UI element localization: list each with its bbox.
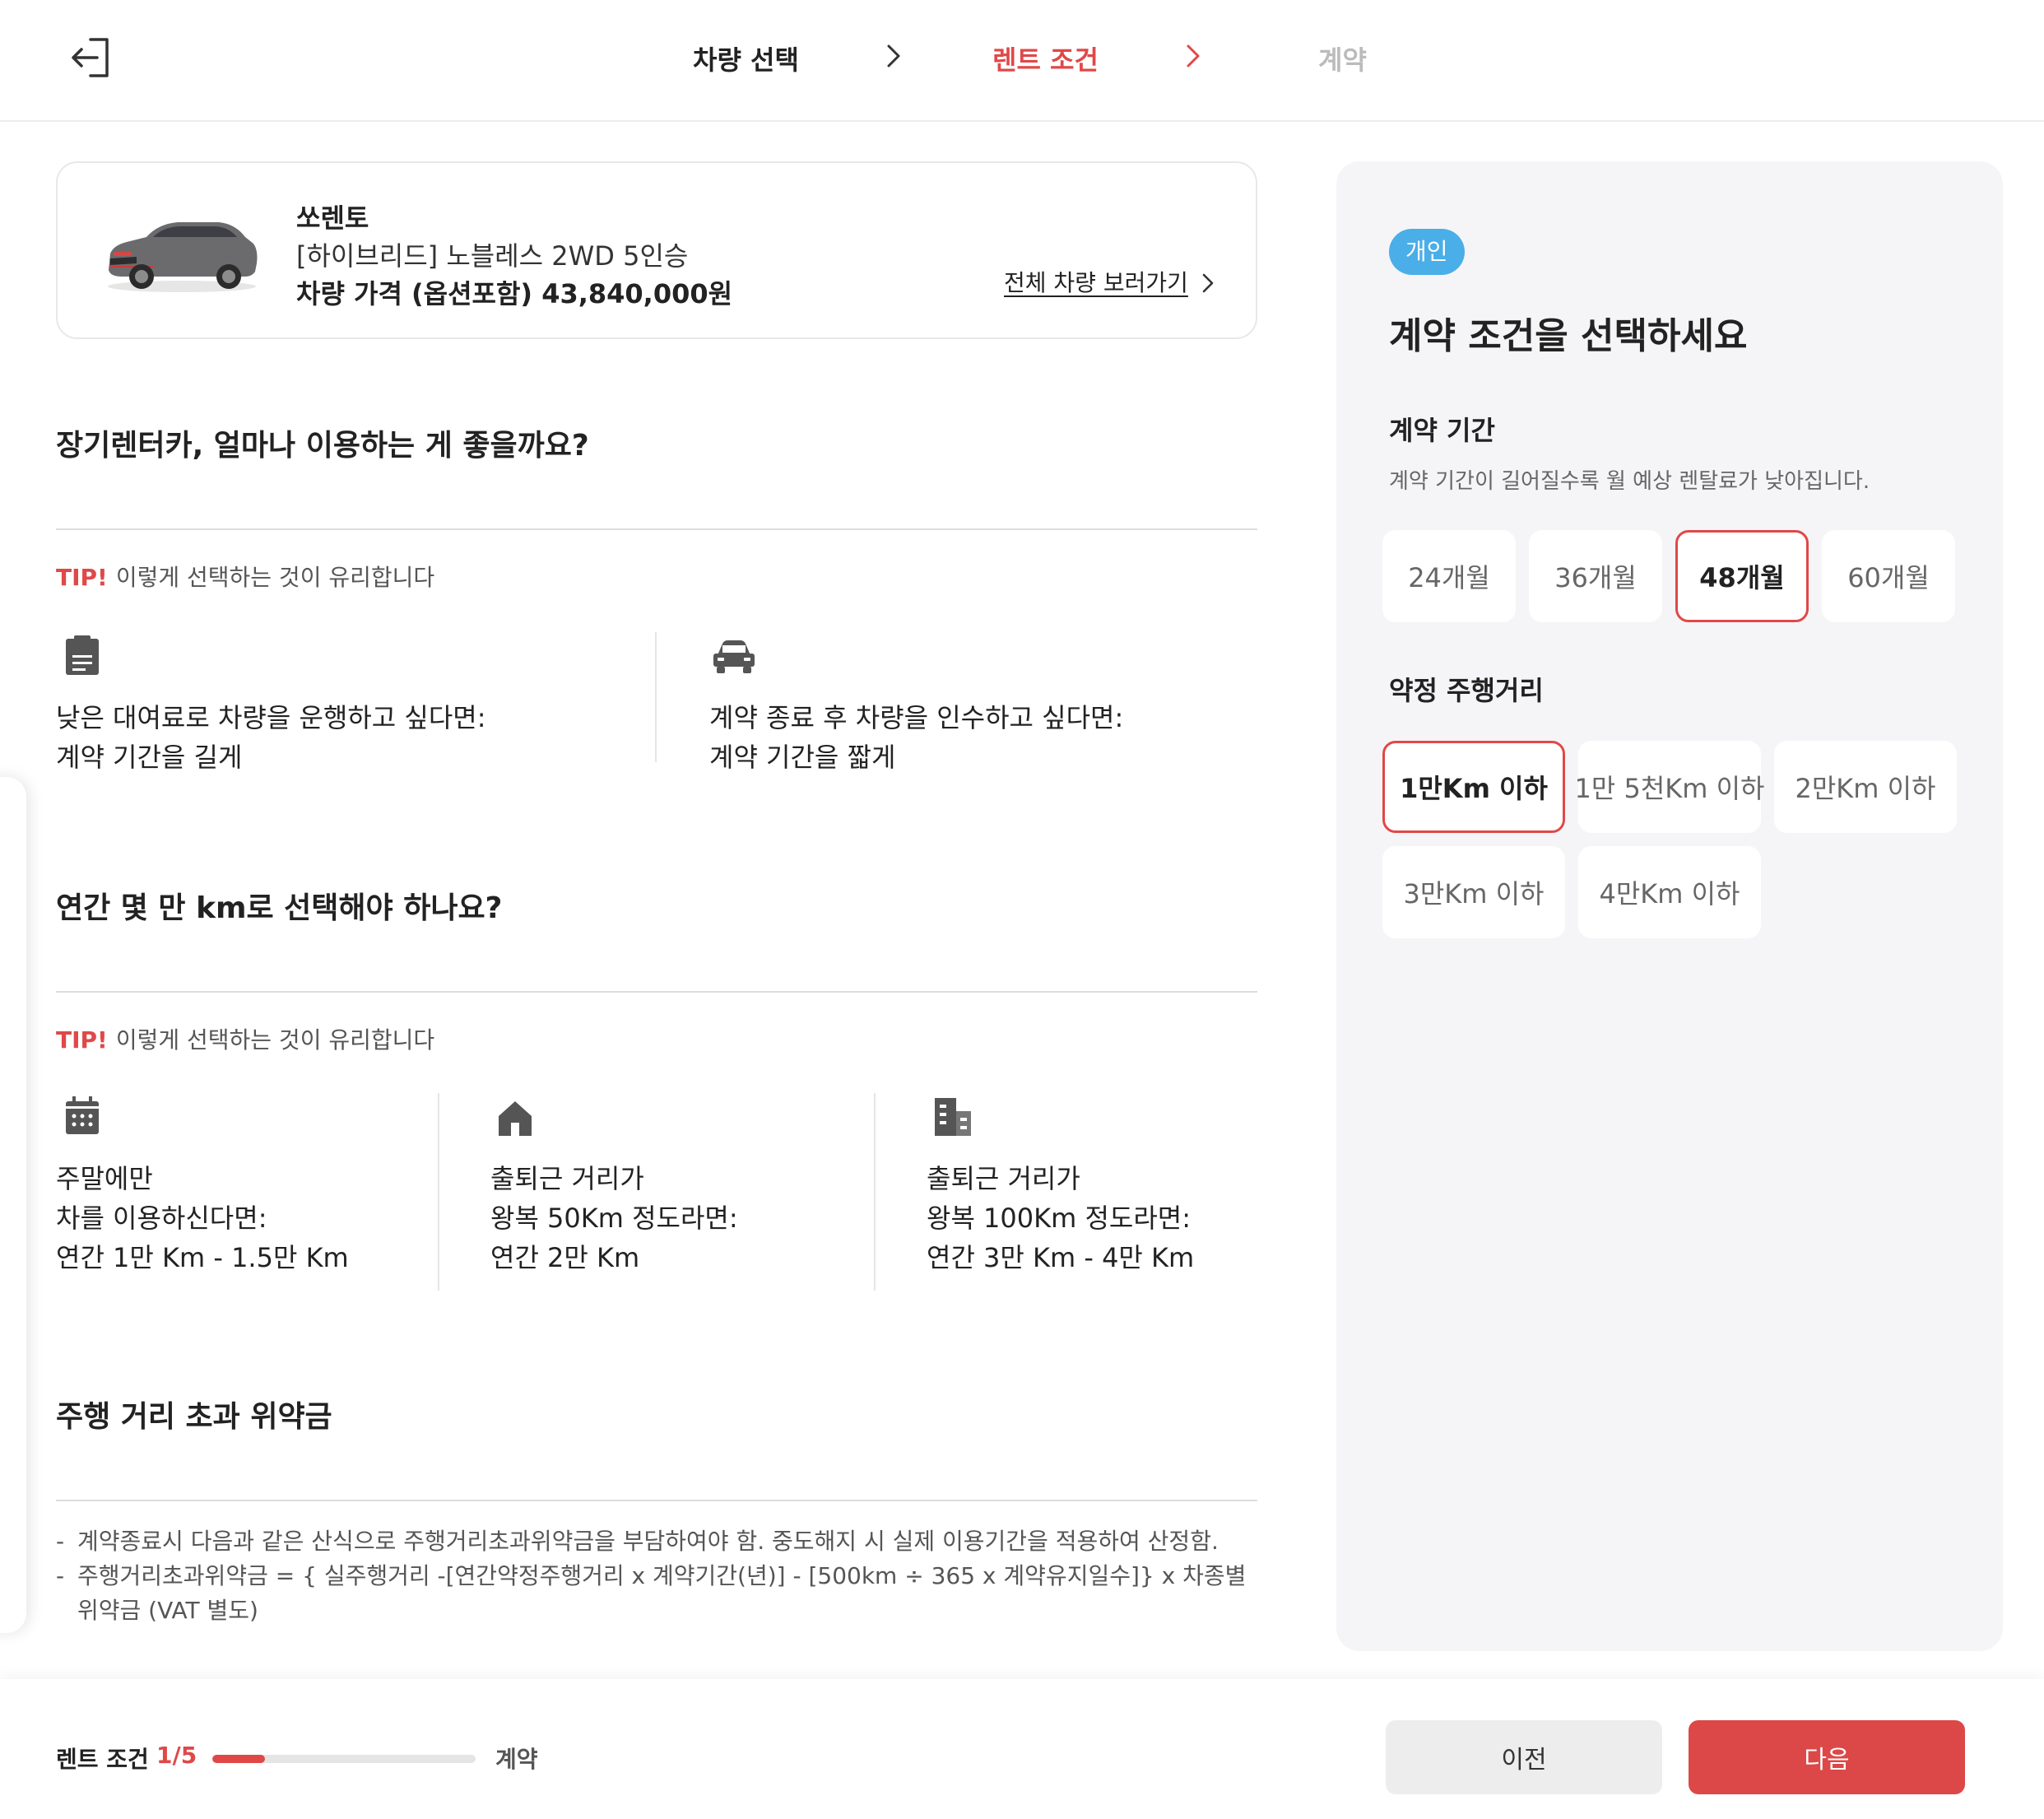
tip-advice: 연간 3만 Km - 4만 Km [927,1242,1195,1273]
period-guide-title: 장기렌터카, 얼마나 이용하는 게 좋을까요? [56,429,589,463]
period-tip-short: 계약 종료 후 차량을 인수하고 싶다면: 계약 기간을 짧게 [709,698,1123,777]
period-tip: TIP! 이렇게 선택하는 것이 유리합니다 [56,560,434,593]
step-rent-conditions[interactable]: 렌트 조건 [992,40,1099,77]
view-all-cars-link[interactable]: 전체 차량 보러가기 [1004,265,1188,298]
next-button[interactable]: 다음 [1689,1720,1965,1794]
bottom-navigation-bar: 렌트 조건 1/5 계약 이전 다음 [0,1679,2044,1819]
tip-advice: 계약 기간을 길게 [56,742,243,773]
tip-condition: 계약 종료 후 차량을 인수하고 싶다면: [709,702,1124,733]
progress-count: 1/5 [156,1742,197,1769]
tip-text: 이렇게 선택하는 것이 유리합니다 [115,1026,435,1054]
tip-condition: 왕복 50Km 정도라면: [490,1203,738,1234]
tip-condition: 낮은 대여료로 차량을 운행하고 싶다면: [56,702,486,733]
period-option-60[interactable]: 60개월 [1822,530,1955,622]
penalty-note-text: 주행거리초과위약금 = { 실주행거리 -[연간약정주행거리 x 계약기간(년)… [77,1562,1247,1624]
car-icon [713,640,755,673]
penalty-note: - 주행거리초과위약금 = { 실주행거리 -[연간약정주행거리 x 계약기간(년… [56,1562,1247,1624]
tip-condition: 출퇴근 거리가 [490,1163,644,1194]
collapsed-side-panel[interactable] [0,777,26,1633]
mileage-option-20k[interactable]: 2만Km 이하 [1774,741,1957,833]
contract-conditions-panel: 개인 계약 조건을 선택하세요 계약 기간 계약 기간이 길어질수록 월 예상 … [1336,161,2003,1651]
mileage-option-15k[interactable]: 1만 5천Km 이하 [1575,741,1765,833]
clipboard-icon [66,635,99,675]
house-icon [499,1101,532,1136]
car-trim: [하이브리드] 노블레스 2WD 5인승 [296,240,689,272]
building-icon [935,1098,971,1136]
divider [438,1093,439,1291]
penalty-note-text: 계약종료시 다음과 같은 산식으로 주행거리초과위약금을 부담하여야 함. 중도… [77,1528,1219,1555]
customer-type-badge: 개인 [1389,229,1465,275]
prev-button[interactable]: 이전 [1386,1720,1662,1794]
selected-car-card: 쏘렌토 [하이브리드] 노블레스 2WD 5인승 차량 가격 (옵션포함) 43… [56,161,1257,339]
period-description: 계약 기간이 길어질수록 월 예상 렌탈료가 낮아집니다. [1389,469,1870,494]
tip-advice: 연간 2만 Km [490,1242,640,1273]
panel-title: 계약 조건을 선택하세요 [1389,315,1748,357]
tip-condition: 왕복 100Km 정도라면: [927,1203,1191,1234]
penalty-notes: - 계약종료시 다음과 같은 산식으로 주행거리초과위약금을 부담하여야 함. 중… [56,1524,1266,1628]
mileage-option-30k[interactable]: 3만Km 이하 [1382,846,1565,938]
mileage-tip-commute-100: 출퇴근 거리가 왕복 100Km 정도라면: 연간 3만 Km - 4만 Km [927,1159,1194,1277]
divider [655,632,657,762]
mileage-option-40k[interactable]: 4만Km 이하 [1578,846,1761,938]
calendar-icon [66,1096,99,1134]
mileage-guide-title: 연간 몇 만 km로 선택해야 하나요? [56,891,503,925]
progress-next-step: 계약 [495,1746,538,1773]
tip-label: TIP! [56,564,108,591]
period-option-48[interactable]: 48개월 [1675,530,1809,622]
divider [56,1500,1257,1501]
top-header: 차량 선택 렌트 조건 계약 [0,0,2044,122]
period-label: 계약 기간 [1389,415,1495,446]
mileage-option-10k[interactable]: 1만Km 이하 [1382,741,1565,833]
tip-condition: 출퇴근 거리가 [927,1163,1080,1194]
chevron-right-icon[interactable] [1198,268,1218,298]
tip-label: TIP! [56,1026,108,1054]
chevron-right-icon [887,44,900,67]
mileage-tip: TIP! 이렇게 선택하는 것이 유리합니다 [56,1022,434,1055]
step-contract: 계약 [1318,44,1367,76]
divider [56,991,1257,993]
tip-text: 이렇게 선택하는 것이 유리합니다 [115,564,435,591]
chevron-right-icon [1187,44,1200,67]
period-option-36[interactable]: 36개월 [1529,530,1662,622]
divider [874,1093,876,1291]
progress-bar-fill [212,1755,265,1763]
tip-advice: 계약 기간을 짧게 [709,742,896,773]
step-vehicle-select[interactable]: 차량 선택 [693,40,799,77]
tip-condition: 주말에만 [56,1163,153,1194]
period-option-24[interactable]: 24개월 [1382,530,1516,622]
divider [56,528,1257,530]
car-price: 차량 가격 (옵션포함) 43,840,000원 [296,278,733,309]
penalty-title: 주행 거리 초과 위약금 [56,1400,332,1434]
tip-advice: 연간 1만 Km - 1.5만 Km [56,1242,349,1273]
mileage-tip-weekend: 주말에만 차를 이용하신다면: 연간 1만 Km - 1.5만 Km [56,1159,349,1277]
tip-condition: 차를 이용하신다면: [56,1203,267,1234]
car-image [108,222,258,292]
mileage-tip-commute-50: 출퇴근 거리가 왕복 50Km 정도라면: 연간 2만 Km [490,1159,738,1277]
progress-bar [212,1755,476,1763]
exit-icon[interactable] [69,35,115,81]
period-tip-long: 낮은 대여료로 차량을 운행하고 싶다면: 계약 기간을 길게 [56,698,486,777]
progress-step-label: 렌트 조건 [56,1746,149,1773]
mileage-label: 약정 주행거리 [1389,675,1544,706]
penalty-note: - 계약종료시 다음과 같은 산식으로 주행거리초과위약금을 부담하여야 함. 중… [56,1528,1219,1555]
car-model-name: 쏘렌토 [296,202,369,234]
